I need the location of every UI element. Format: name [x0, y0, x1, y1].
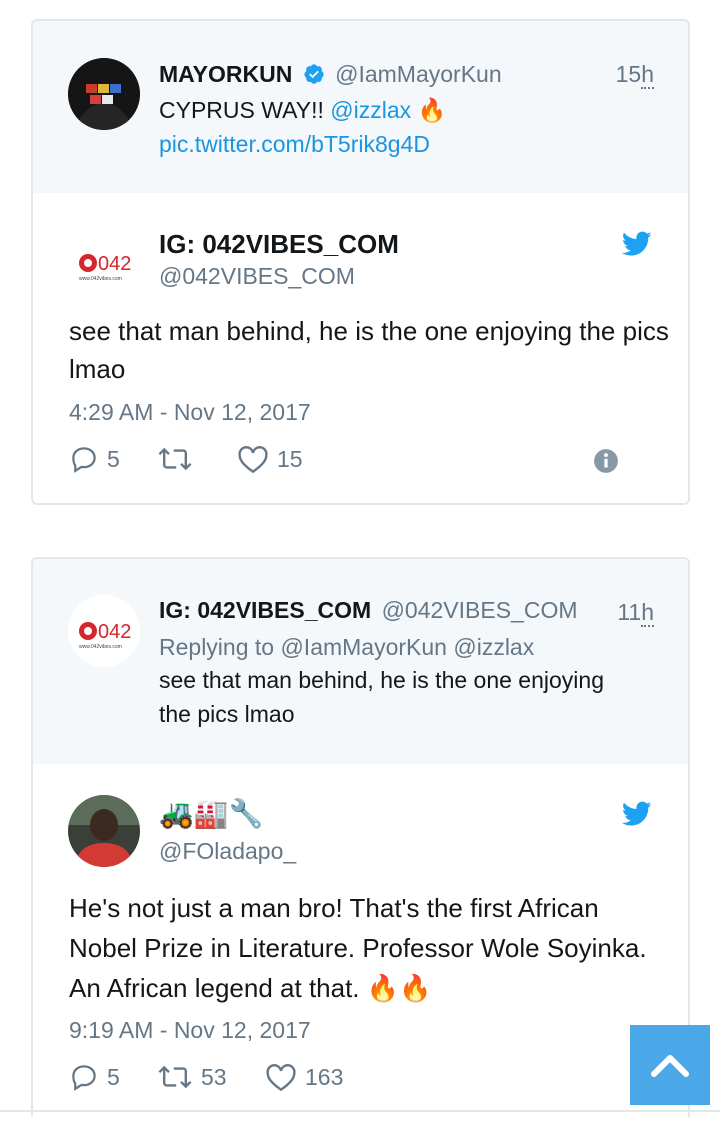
- author-handle[interactable]: @042VIBES_COM: [159, 263, 355, 290]
- scroll-to-top-button[interactable]: [630, 1025, 710, 1105]
- retweet-icon: [158, 447, 192, 471]
- svg-text:www.042vibes.com: www.042vibes.com: [79, 276, 122, 282]
- svg-text:www.042vibes.com: www.042vibes.com: [79, 644, 122, 650]
- retweet-count: 53: [201, 1063, 227, 1090]
- svg-text:042: 042: [98, 253, 131, 275]
- tweet-time[interactable]: 15h: [616, 61, 654, 89]
- like-button[interactable]: 163: [265, 1062, 343, 1092]
- tweet-time[interactable]: 11h: [617, 599, 654, 627]
- tweet-text: He's not just a man bro! That's the firs…: [69, 893, 647, 1003]
- reply-count: 5: [107, 445, 120, 472]
- reply-count: 5: [107, 1063, 120, 1090]
- like-icon: [238, 446, 268, 474]
- author-emoji-name[interactable]: 🚜🏭🔧: [159, 797, 264, 830]
- avatar-foladapo[interactable]: [68, 795, 140, 867]
- fire-emoji: 🔥🔥: [366, 973, 432, 1003]
- quoted-tweet-text: see that man behind, he is the one enjoy…: [159, 667, 604, 727]
- reply-icon: [72, 447, 96, 473]
- pic-link[interactable]: pic.twitter.com/bT5rik8g4D: [159, 131, 430, 157]
- retweet-icon: [158, 1065, 192, 1089]
- like-count: 15: [277, 445, 303, 472]
- quoted-tweet[interactable]: 042 www.042vibes.com IG: 042VIBES_COM @0…: [33, 559, 688, 764]
- retweet-button[interactable]: 53: [157, 1062, 227, 1092]
- chevron-up-icon: [651, 1055, 689, 1077]
- author-name[interactable]: MAYORKUN: [159, 61, 292, 87]
- like-button[interactable]: 15: [237, 444, 303, 474]
- twitter-bird-icon[interactable]: [622, 801, 652, 827]
- reply-button[interactable]: 5: [69, 1062, 120, 1092]
- author-handle[interactable]: @FOladapo_: [159, 838, 296, 865]
- author-handle[interactable]: @042VIBES_COM: [382, 597, 578, 623]
- replying-to[interactable]: Replying to @IamMayorKun @izzlax: [159, 630, 534, 664]
- tweet-date[interactable]: 9:19 AM - Nov 12, 2017: [69, 1017, 311, 1044]
- svg-text:042: 042: [98, 621, 131, 643]
- embedded-tweet-card-1: MAYORKUN @IamMayorKun 15h CYPRUS WAY!! @…: [31, 19, 690, 505]
- reply-button[interactable]: 5: [69, 444, 120, 474]
- tweet-date[interactable]: 4:29 AM - Nov 12, 2017: [69, 399, 311, 426]
- verified-badge-icon: [304, 64, 324, 84]
- like-icon: [266, 1064, 296, 1092]
- avatar-042vibes[interactable]: 042 www.042vibes.com: [68, 227, 140, 299]
- mention-link[interactable]: @izzlax: [330, 97, 411, 123]
- embedded-tweet-card-2: 042 www.042vibes.com IG: 042VIBES_COM @0…: [31, 557, 690, 1117]
- author-name[interactable]: IG: 042VIBES_COM: [159, 229, 399, 260]
- retweet-button[interactable]: [157, 444, 201, 474]
- reply-icon: [72, 1065, 96, 1091]
- info-icon[interactable]: [593, 448, 619, 474]
- author-name[interactable]: IG: 042VIBES_COM: [159, 597, 371, 623]
- twitter-bird-icon[interactable]: [622, 231, 652, 257]
- author-handle[interactable]: @IamMayorKun: [335, 61, 502, 87]
- avatar-042vibes[interactable]: 042 www.042vibes.com: [68, 595, 140, 667]
- avatar-mayorkun[interactable]: [68, 58, 140, 130]
- quoted-tweet-text: CYPRUS WAY!! @izzlax 🔥 pic.twitter.com/b…: [159, 97, 447, 157]
- tweet-text: see that man behind, he is the one enjoy…: [69, 316, 669, 384]
- page-divider: [0, 1110, 720, 1112]
- quoted-tweet[interactable]: MAYORKUN @IamMayorKun 15h CYPRUS WAY!! @…: [33, 21, 688, 193]
- fire-emoji: 🔥: [417, 97, 447, 123]
- like-count: 163: [305, 1063, 344, 1090]
